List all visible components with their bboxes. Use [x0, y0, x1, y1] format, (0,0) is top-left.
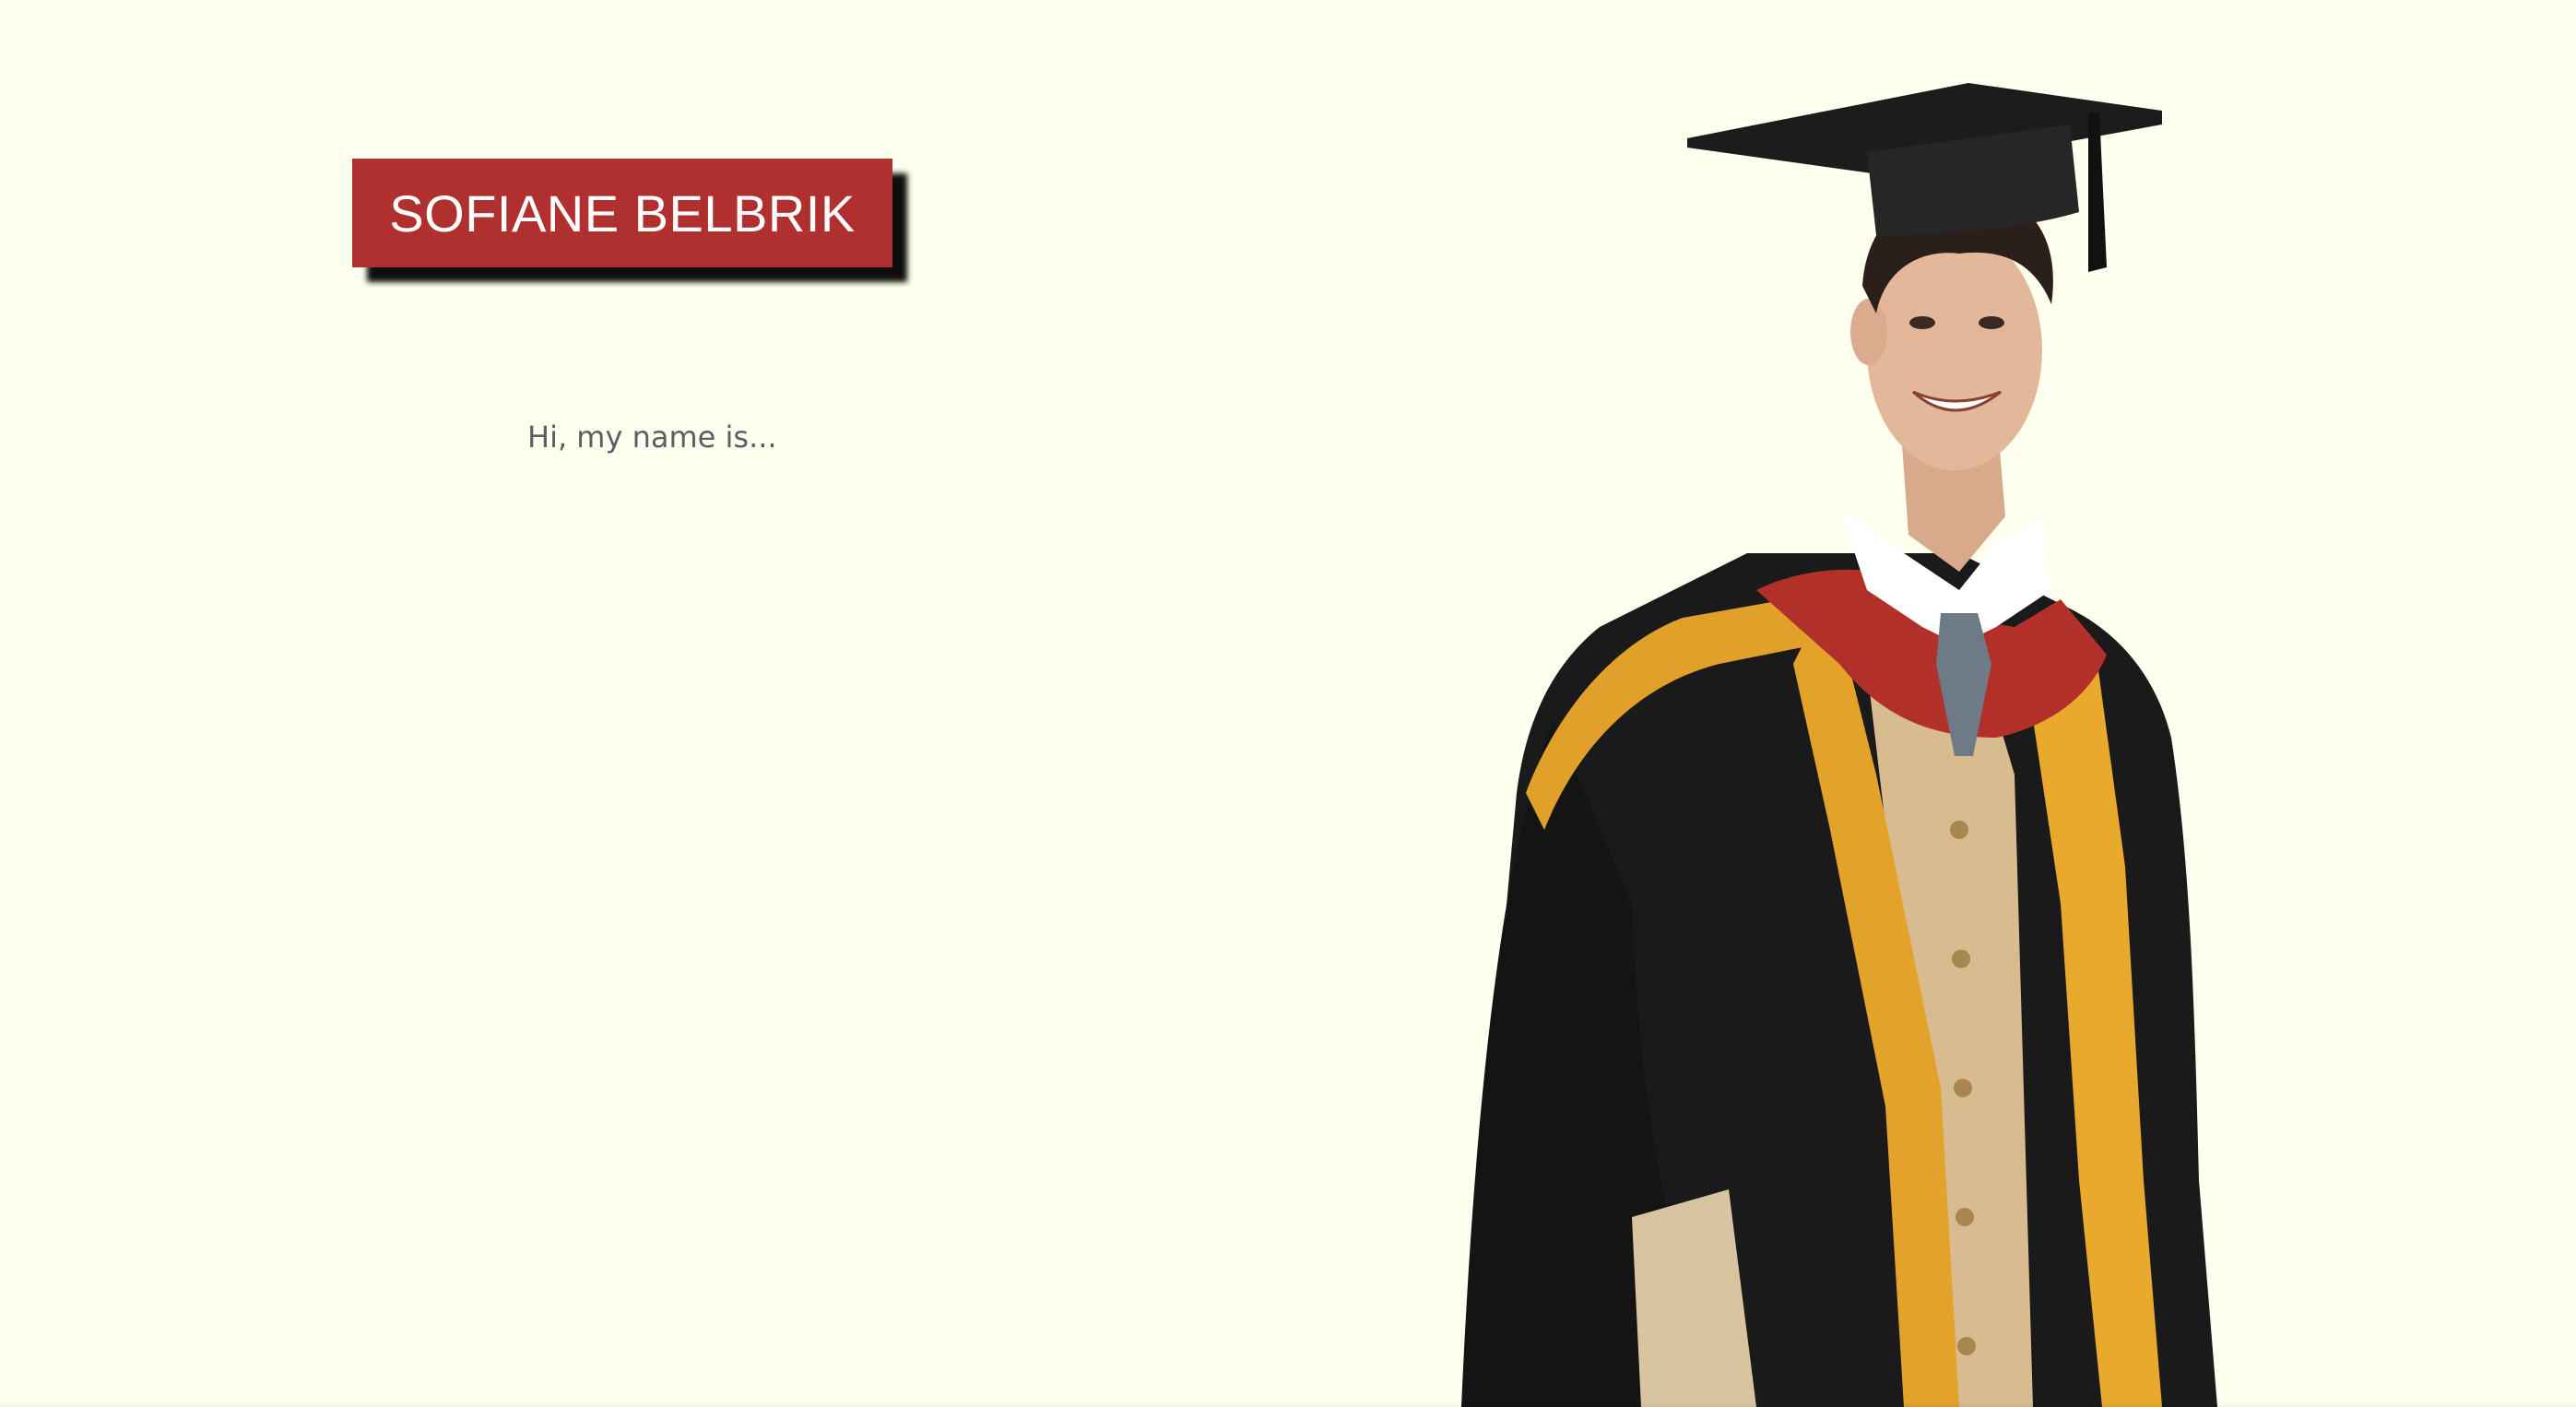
button-3	[1954, 1079, 1972, 1097]
greeting-text: Hi, my name is...	[527, 420, 777, 455]
hero-section: SOFIANE BELBRIK Hi, my name is...	[0, 0, 2576, 1407]
right-eye	[1979, 316, 2004, 329]
button-2	[1952, 950, 1970, 968]
ear-shape	[1850, 299, 1887, 365]
cap-tassel	[2088, 112, 2107, 272]
button-5	[1957, 1337, 1976, 1355]
name-title: SOFIANE BELBRIK	[389, 183, 856, 242]
left-eye	[1909, 316, 1935, 329]
graduate-portrait-icon	[1443, 74, 2236, 1407]
button-4	[1956, 1208, 1974, 1226]
bottom-edge	[0, 1401, 2576, 1407]
name-banner: SOFIANE BELBRIK	[352, 159, 892, 267]
button-1	[1950, 821, 1968, 839]
